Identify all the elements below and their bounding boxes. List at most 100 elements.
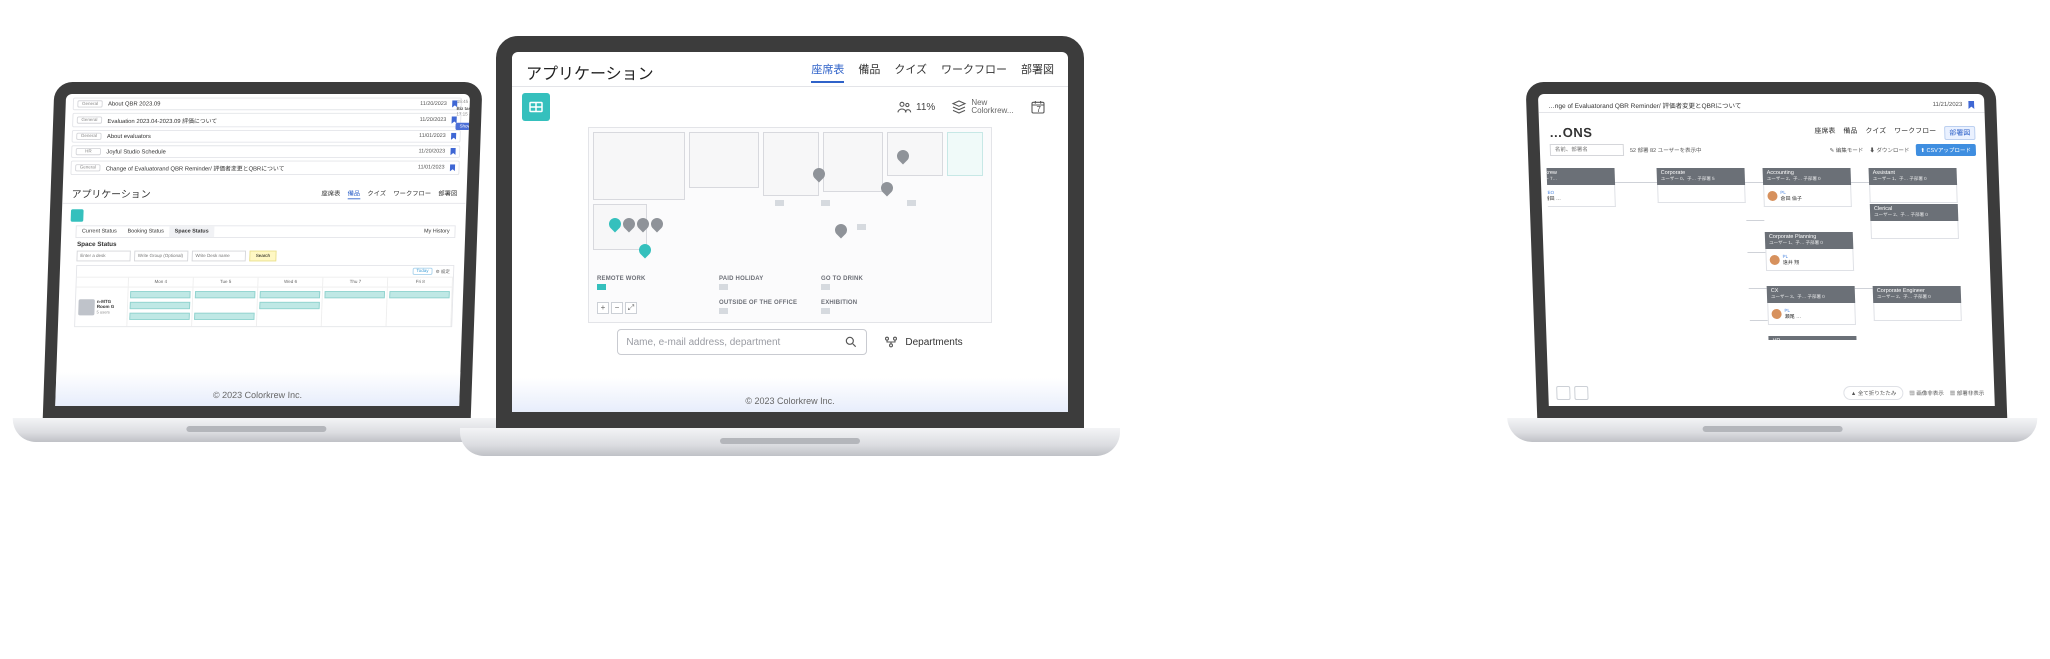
laptop-center: アプリケーション 座席表 備品 クイズ ワークフロー 部署図 11% <box>460 36 1120 466</box>
filter-row: Search <box>76 251 455 262</box>
search-icon[interactable] <box>1574 386 1588 400</box>
seat[interactable] <box>775 200 784 206</box>
view-controls: ▲ 全て折りたたみ ▦ 画像非表示 ▦ 部署非表示 <box>1844 386 1985 400</box>
org-node[interactable]: HRユーザー 3、子… 子部署 0 <box>1768 336 1857 340</box>
fold-all-button[interactable]: ▲ 全て折りたたみ <box>1844 386 1904 400</box>
subtab-current[interactable]: Current Status <box>76 226 122 237</box>
status-subtabs: Current Status Booking Status Space Stat… <box>75 225 456 238</box>
calendar-button[interactable]: 7 <box>1030 99 1054 115</box>
search-icon <box>844 335 858 349</box>
map-pin-icon[interactable] <box>649 216 666 233</box>
tab-orgchart[interactable]: 部署図 <box>1021 61 1054 83</box>
tab-seating[interactable]: 座席表 <box>811 61 844 83</box>
org-node[interactable]: Corporate Planningユーザー 1、子… 子部署 0 PL遠井 翔 <box>1765 232 1854 271</box>
seat[interactable] <box>597 284 606 290</box>
center-screen: アプリケーション 座席表 備品 クイズ ワークフロー 部署図 11% <box>496 36 1084 428</box>
room-thumb-icon <box>78 299 95 315</box>
bookmark-icon[interactable] <box>450 164 456 171</box>
org-chart[interactable]: …olorkrewユーザー 7… CEO増田 … Corporateユーザー 0… <box>1546 160 1986 340</box>
settings-link[interactable]: ⚙ 設定 <box>436 268 451 274</box>
list-item[interactable]: GeneralAbout QBR 2023.0911/20/2023 <box>73 98 463 111</box>
tab-workflow[interactable]: ワークフロー <box>1894 126 1936 140</box>
tab-equipment[interactable]: 備品 <box>858 61 880 83</box>
footer: © 2023 Colorkrew Inc. <box>55 372 460 406</box>
subtab-history[interactable]: My History <box>418 226 455 237</box>
edit-mode-link[interactable]: ✎ 編集モード <box>1830 146 1864 154</box>
org-node[interactable]: Accountingユーザー 2、子… 子部署 0 PL倉田 倫子 <box>1763 168 1852 207</box>
seat[interactable] <box>719 284 728 290</box>
avatar-icon <box>1770 255 1780 265</box>
org-node[interactable]: Clericalユーザー 2、子… 子部署 0 <box>1870 204 1959 239</box>
tab-equipment[interactable]: 備品 <box>1843 126 1857 140</box>
zone-paid: PAID HOLIDAY <box>719 276 763 282</box>
filter-group-input[interactable] <box>134 251 188 262</box>
laptop-left: GeneralAbout QBR 2023.0911/20/2023 Gener… <box>12 82 513 454</box>
zoom-controls: + − ⤢ <box>597 302 637 314</box>
hide-dept-toggle[interactable]: ▦ 部署非表示 <box>1950 389 1985 397</box>
org-node[interactable]: …olorkrewユーザー 7… CEO増田 … <box>1546 168 1616 207</box>
footer: © 2023 Colorkrew Inc. <box>512 378 1068 412</box>
seat[interactable] <box>857 224 866 230</box>
zone-out: OUTSIDE OF THE OFFICE <box>719 300 797 306</box>
tab-seating[interactable]: 座席表 <box>321 189 340 199</box>
list-item[interactable]: GeneralChange of Evaluatorand QBR Remind… <box>70 161 460 175</box>
tab-quiz[interactable]: クイズ <box>1865 126 1886 140</box>
search-input[interactable]: Name, e-mail address, department <box>617 329 867 355</box>
map-pin-icon[interactable] <box>833 222 850 239</box>
org-node[interactable]: Corporate Engineerユーザー 2、子… 子部署 0 <box>1873 286 1962 321</box>
tab-workflow[interactable]: ワークフロー <box>941 61 1007 83</box>
today-badge[interactable]: Today <box>413 268 432 275</box>
toolbar: 52 部署 82 ユーザーを表示中 ✎ 編集モード ⬇ ダウンロード ⬆ CSV… <box>1540 142 1987 160</box>
seat[interactable] <box>719 308 728 314</box>
app-tabs: 座席表 備品 クイズ ワークフロー 部署図 <box>1814 126 1975 140</box>
zoom-fit-button[interactable]: ⤢ <box>625 302 637 314</box>
filter-name-input[interactable] <box>192 251 246 262</box>
bookmark-icon[interactable] <box>1968 101 1974 109</box>
laptop-right: …nge of Evaluatorand QBR Reminder/ 評価者変更… <box>1496 82 2039 454</box>
seat[interactable] <box>821 284 830 290</box>
zoom-in-button[interactable]: + <box>597 302 609 314</box>
tab-equipment[interactable]: 備品 <box>347 189 360 199</box>
tab-quiz[interactable]: クイズ <box>367 189 386 199</box>
subtab-booking[interactable]: Booking Status <box>122 226 170 237</box>
tab-workflow[interactable]: ワークフロー <box>393 189 431 199</box>
tab-quiz[interactable]: クイズ <box>894 61 927 83</box>
seat[interactable] <box>821 200 830 206</box>
summary-text: 52 部署 82 ユーザーを表示中 <box>1630 146 1702 154</box>
org-node[interactable]: Assistantユーザー 1、子… 子部署 0 <box>1869 168 1958 203</box>
list-item[interactable]: HRJoyful Studio Schedule11/20/2023 <box>71 145 461 158</box>
download-link[interactable]: ⬇ ダウンロード <box>1869 146 1909 154</box>
bookmark-icon[interactable] <box>450 148 456 155</box>
filter-desk-input[interactable] <box>76 251 130 262</box>
tab-seating[interactable]: 座席表 <box>1814 126 1835 140</box>
tab-orgchart[interactable]: 部署図 <box>438 189 457 199</box>
departments-link[interactable]: Departments <box>883 334 962 350</box>
hide-images-toggle[interactable]: ▦ 画像非表示 <box>1909 389 1944 397</box>
zone-remote: REMOTE WORK <box>597 276 646 282</box>
list-item[interactable]: GeneralEvaluation 2023.04-2023.09 評価について… <box>72 113 462 127</box>
avatar-icon <box>1771 309 1781 319</box>
seat[interactable] <box>907 200 916 206</box>
bookmark-icon[interactable] <box>451 133 457 140</box>
app-logo-icon[interactable] <box>522 93 550 121</box>
zoom-fit-icon[interactable] <box>1556 386 1570 400</box>
filter-input[interactable] <box>1550 144 1624 156</box>
zone-exhibition: EXHIBITION <box>821 300 857 306</box>
search-button[interactable]: Search <box>249 251 276 262</box>
org-node[interactable]: Corporateユーザー 0、子… 子部署 5 <box>1657 168 1746 203</box>
app-tabs: 座席表 備品 クイズ ワークフロー 部署図 <box>811 61 1054 83</box>
org-node[interactable]: CXユーザー 3、子… 子部署 0 PL瀬尾 … <box>1767 286 1856 325</box>
subtab-space[interactable]: Space Status <box>169 226 214 237</box>
floor-plan[interactable]: [ {"l":186,"t":72,"cols":4,"rows":3,"on"… <box>588 127 992 323</box>
zoom-out-button[interactable]: − <box>611 302 623 314</box>
palette-selector[interactable]: NewColorkrew... <box>951 99 1013 115</box>
tab-orgchart[interactable]: 部署図 <box>1944 126 1975 140</box>
seat[interactable] <box>821 308 830 314</box>
room-cell[interactable]: n-MTG Room G 5 users <box>75 288 129 327</box>
csv-upload-button[interactable]: ⬆ CSVアップロード <box>1915 144 1976 156</box>
occupancy-indicator[interactable]: 11% <box>896 99 935 115</box>
org-icon <box>883 334 899 350</box>
app-header: アプリケーション 座席表 備品 クイズ ワークフロー 部署図 <box>512 52 1068 86</box>
list-item[interactable]: GeneralAbout evaluators11/01/2023 <box>72 130 462 143</box>
search-row: Name, e-mail address, department Departm… <box>512 329 1068 355</box>
